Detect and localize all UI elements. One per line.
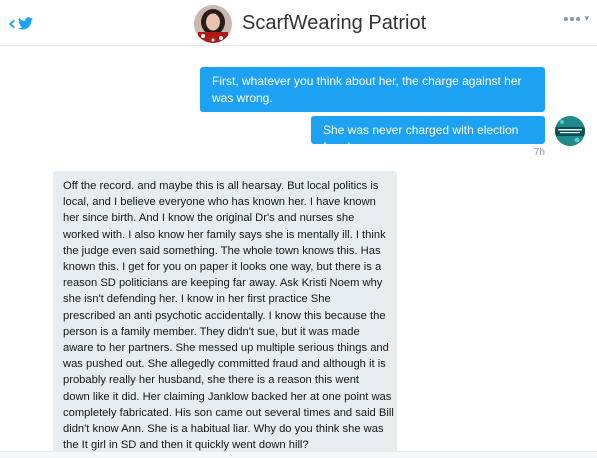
chevron-down-icon: ▾ [584, 14, 589, 24]
twitter-bird-icon [18, 16, 34, 30]
outgoing-message[interactable]: First, whatever you think about her, the… [200, 67, 545, 112]
sender-avatar[interactable] [555, 116, 585, 146]
conversation-title: ScarfWearing Patriot [242, 12, 427, 34]
message-timestamp: 7h [533, 147, 545, 158]
conversation-header: ‹ ScarfWearing Patriot ▾ [0, 0, 597, 46]
more-options-icon [564, 17, 569, 21]
back-button[interactable]: ‹ [8, 11, 34, 35]
chevron-left-icon: ‹ [8, 11, 17, 35]
outgoing-message[interactable]: She was never charged with election frau… [311, 116, 545, 154]
avatar[interactable] [194, 5, 232, 43]
more-options-button[interactable]: ▾ [564, 14, 589, 24]
composer-bar [0, 451, 597, 458]
incoming-message[interactable]: Off the record. and maybe this is all he… [53, 171, 397, 458]
